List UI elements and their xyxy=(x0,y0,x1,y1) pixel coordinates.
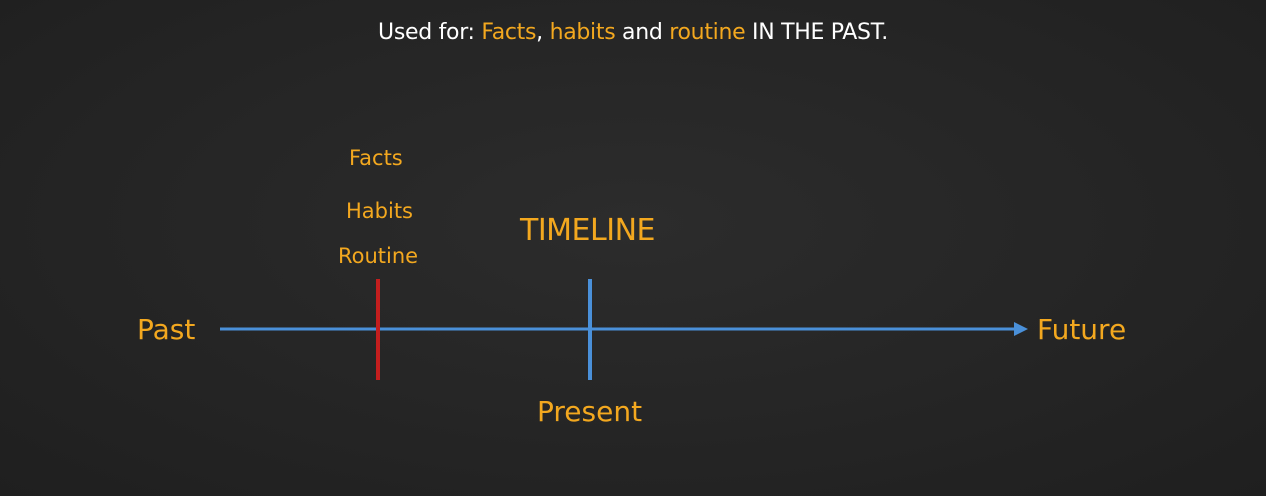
habits-label: Habits xyxy=(346,199,413,223)
future-label: Future xyxy=(1037,313,1127,346)
timeline-arrowhead xyxy=(1014,322,1028,336)
timeline-title: TIMELINE xyxy=(520,213,655,248)
facts-label: Facts xyxy=(349,146,403,170)
present-label: Present xyxy=(537,395,643,428)
past-label: Past xyxy=(137,313,196,346)
routine-label: Routine xyxy=(338,244,419,268)
